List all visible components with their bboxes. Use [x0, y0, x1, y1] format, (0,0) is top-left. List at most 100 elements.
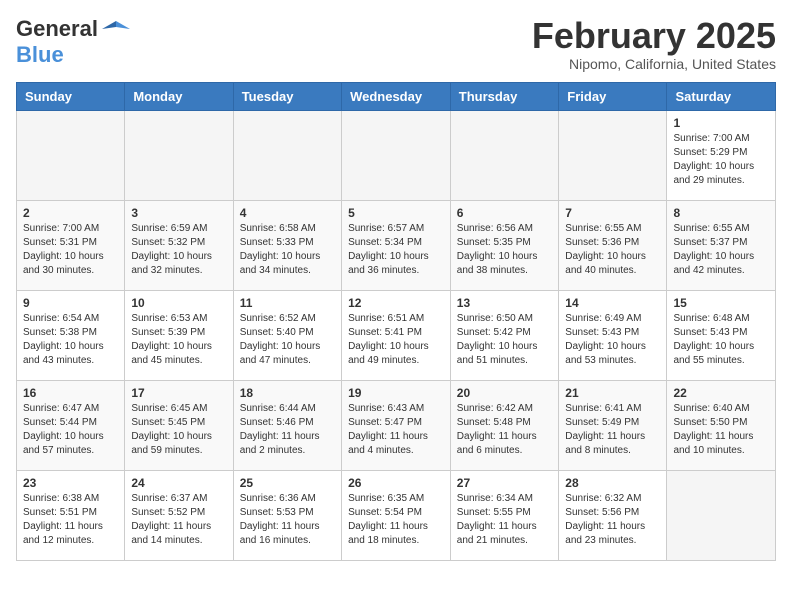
- calendar-title-block: February 2025 Nipomo, California, United…: [532, 16, 776, 72]
- logo-blue-text: Blue: [16, 42, 64, 67]
- calendar-cell: 22 Sunrise: 6:40 AM Sunset: 5:50 PM Dayli…: [667, 380, 776, 470]
- weekday-saturday: Saturday: [667, 82, 776, 110]
- calendar-cell: 26Sunrise: 6:35 AM Sunset: 5:54 PM Dayli…: [342, 470, 451, 560]
- logo: General Blue: [16, 16, 130, 68]
- calendar-cell: 6 Sunrise: 6:56 AM Sunset: 5:35 PM Daylig…: [450, 200, 559, 290]
- week-row-4: 23Sunrise: 6:38 AM Sunset: 5:51 PM Dayli…: [17, 470, 776, 560]
- week-row-0: 1 Sunrise: 7:00 AM Sunset: 5:29 PM Daylig…: [17, 110, 776, 200]
- calendar-cell: 5 Sunrise: 6:57 AM Sunset: 5:34 PM Daylig…: [342, 200, 451, 290]
- calendar-cell: 4 Sunrise: 6:58 AM Sunset: 5:33 PM Daylig…: [233, 200, 341, 290]
- day-info: Sunrise: 6:53 AM Sunset: 5:39 PM Dayligh…: [131, 312, 226, 368]
- day-info: Sunrise: 6:48 AM Sunset: 5:43 PM Dayligh…: [673, 312, 769, 368]
- day-info: Sunrise: 6:51 AM Sunset: 5:41 PM Dayligh…: [348, 312, 444, 368]
- calendar-cell: 9Sunrise: 6:54 AM Sunset: 5:38 PM Daylig…: [17, 290, 125, 380]
- day-number: 21: [565, 386, 660, 400]
- logo-general-text: General: [16, 16, 98, 42]
- calendar-cell: 27 Sunrise: 6:34 AM Sunset: 5:55 PM Dayli…: [450, 470, 559, 560]
- calendar-cell: [450, 110, 559, 200]
- calendar-cell: 24 Sunrise: 6:37 AM Sunset: 5:52 PM Dayli…: [125, 470, 233, 560]
- calendar-cell: 3 Sunrise: 6:59 AM Sunset: 5:32 PM Daylig…: [125, 200, 233, 290]
- day-info: Sunrise: 6:56 AM Sunset: 5:35 PM Dayligh…: [457, 222, 553, 278]
- calendar-cell: 15 Sunrise: 6:48 AM Sunset: 5:43 PM Dayli…: [667, 290, 776, 380]
- calendar-cell: 10 Sunrise: 6:53 AM Sunset: 5:39 PM Dayli…: [125, 290, 233, 380]
- day-number: 24: [131, 476, 226, 490]
- weekday-sunday: Sunday: [17, 82, 125, 110]
- day-info: Sunrise: 6:37 AM Sunset: 5:52 PM Dayligh…: [131, 492, 226, 548]
- day-info: Sunrise: 6:55 AM Sunset: 5:37 PM Dayligh…: [673, 222, 769, 278]
- calendar-cell: 12 Sunrise: 6:51 AM Sunset: 5:41 PM Dayli…: [342, 290, 451, 380]
- day-number: 10: [131, 296, 226, 310]
- day-info: Sunrise: 6:42 AM Sunset: 5:48 PM Dayligh…: [457, 402, 553, 458]
- day-number: 7: [565, 206, 660, 220]
- day-info: Sunrise: 6:58 AM Sunset: 5:33 PM Dayligh…: [240, 222, 335, 278]
- calendar-cell: 19 Sunrise: 6:43 AM Sunset: 5:47 PM Dayli…: [342, 380, 451, 470]
- day-info: Sunrise: 6:32 AM Sunset: 5:56 PM Dayligh…: [565, 492, 660, 548]
- month-title: February 2025: [532, 16, 776, 56]
- calendar-body: 1 Sunrise: 7:00 AM Sunset: 5:29 PM Daylig…: [17, 110, 776, 560]
- day-info: Sunrise: 6:44 AM Sunset: 5:46 PM Dayligh…: [240, 402, 335, 458]
- day-number: 2: [23, 206, 118, 220]
- day-info: Sunrise: 6:59 AM Sunset: 5:32 PM Dayligh…: [131, 222, 226, 278]
- day-number: 17: [131, 386, 226, 400]
- calendar-cell: 2Sunrise: 7:00 AM Sunset: 5:31 PM Daylig…: [17, 200, 125, 290]
- day-number: 15: [673, 296, 769, 310]
- day-info: Sunrise: 6:35 AM Sunset: 5:54 PM Dayligh…: [348, 492, 444, 548]
- day-number: 11: [240, 296, 335, 310]
- day-info: Sunrise: 6:34 AM Sunset: 5:55 PM Dayligh…: [457, 492, 553, 548]
- day-number: 13: [457, 296, 553, 310]
- calendar-table: SundayMondayTuesdayWednesdayThursdayFrid…: [16, 82, 776, 561]
- day-info: Sunrise: 6:54 AM Sunset: 5:38 PM Dayligh…: [23, 312, 118, 368]
- calendar-cell: 25 Sunrise: 6:36 AM Sunset: 5:53 PM Dayli…: [233, 470, 341, 560]
- day-number: 14: [565, 296, 660, 310]
- day-number: 19: [348, 386, 444, 400]
- week-row-2: 9Sunrise: 6:54 AM Sunset: 5:38 PM Daylig…: [17, 290, 776, 380]
- day-number: 20: [457, 386, 553, 400]
- day-info: Sunrise: 6:45 AM Sunset: 5:45 PM Dayligh…: [131, 402, 226, 458]
- day-info: Sunrise: 6:57 AM Sunset: 5:34 PM Dayligh…: [348, 222, 444, 278]
- calendar-cell: 23Sunrise: 6:38 AM Sunset: 5:51 PM Dayli…: [17, 470, 125, 560]
- day-number: 3: [131, 206, 226, 220]
- day-info: Sunrise: 6:40 AM Sunset: 5:50 PM Dayligh…: [673, 402, 769, 458]
- calendar-cell: 11 Sunrise: 6:52 AM Sunset: 5:40 PM Dayli…: [233, 290, 341, 380]
- day-number: 27: [457, 476, 553, 490]
- calendar-cell: 8 Sunrise: 6:55 AM Sunset: 5:37 PM Daylig…: [667, 200, 776, 290]
- weekday-header-row: SundayMondayTuesdayWednesdayThursdayFrid…: [17, 82, 776, 110]
- day-number: 18: [240, 386, 335, 400]
- day-number: 5: [348, 206, 444, 220]
- day-info: Sunrise: 6:41 AM Sunset: 5:49 PM Dayligh…: [565, 402, 660, 458]
- calendar-cell: [17, 110, 125, 200]
- weekday-tuesday: Tuesday: [233, 82, 341, 110]
- day-info: Sunrise: 7:00 AM Sunset: 5:29 PM Dayligh…: [673, 132, 769, 188]
- day-number: 8: [673, 206, 769, 220]
- weekday-friday: Friday: [559, 82, 667, 110]
- day-number: 25: [240, 476, 335, 490]
- calendar-cell: 18 Sunrise: 6:44 AM Sunset: 5:46 PM Dayli…: [233, 380, 341, 470]
- calendar-cell: [125, 110, 233, 200]
- calendar-cell: 16Sunrise: 6:47 AM Sunset: 5:44 PM Dayli…: [17, 380, 125, 470]
- calendar-cell: [233, 110, 341, 200]
- calendar-cell: [667, 470, 776, 560]
- day-number: 4: [240, 206, 335, 220]
- logo-bird-icon: [102, 19, 130, 39]
- day-number: 22: [673, 386, 769, 400]
- day-number: 6: [457, 206, 553, 220]
- day-number: 12: [348, 296, 444, 310]
- calendar-cell: [559, 110, 667, 200]
- day-info: Sunrise: 6:52 AM Sunset: 5:40 PM Dayligh…: [240, 312, 335, 368]
- day-info: Sunrise: 6:49 AM Sunset: 5:43 PM Dayligh…: [565, 312, 660, 368]
- calendar-header: SundayMondayTuesdayWednesdayThursdayFrid…: [17, 82, 776, 110]
- day-info: Sunrise: 6:55 AM Sunset: 5:36 PM Dayligh…: [565, 222, 660, 278]
- calendar-cell: [342, 110, 451, 200]
- calendar-cell: 7 Sunrise: 6:55 AM Sunset: 5:36 PM Daylig…: [559, 200, 667, 290]
- day-info: Sunrise: 6:43 AM Sunset: 5:47 PM Dayligh…: [348, 402, 444, 458]
- calendar-cell: 14 Sunrise: 6:49 AM Sunset: 5:43 PM Dayli…: [559, 290, 667, 380]
- day-number: 16: [23, 386, 118, 400]
- day-info: Sunrise: 6:50 AM Sunset: 5:42 PM Dayligh…: [457, 312, 553, 368]
- calendar-cell: 17 Sunrise: 6:45 AM Sunset: 5:45 PM Dayli…: [125, 380, 233, 470]
- weekday-monday: Monday: [125, 82, 233, 110]
- weekday-thursday: Thursday: [450, 82, 559, 110]
- calendar-cell: 28Sunrise: 6:32 AM Sunset: 5:56 PM Dayli…: [559, 470, 667, 560]
- day-number: 1: [673, 116, 769, 130]
- day-info: Sunrise: 6:36 AM Sunset: 5:53 PM Dayligh…: [240, 492, 335, 548]
- day-info: Sunrise: 6:38 AM Sunset: 5:51 PM Dayligh…: [23, 492, 118, 548]
